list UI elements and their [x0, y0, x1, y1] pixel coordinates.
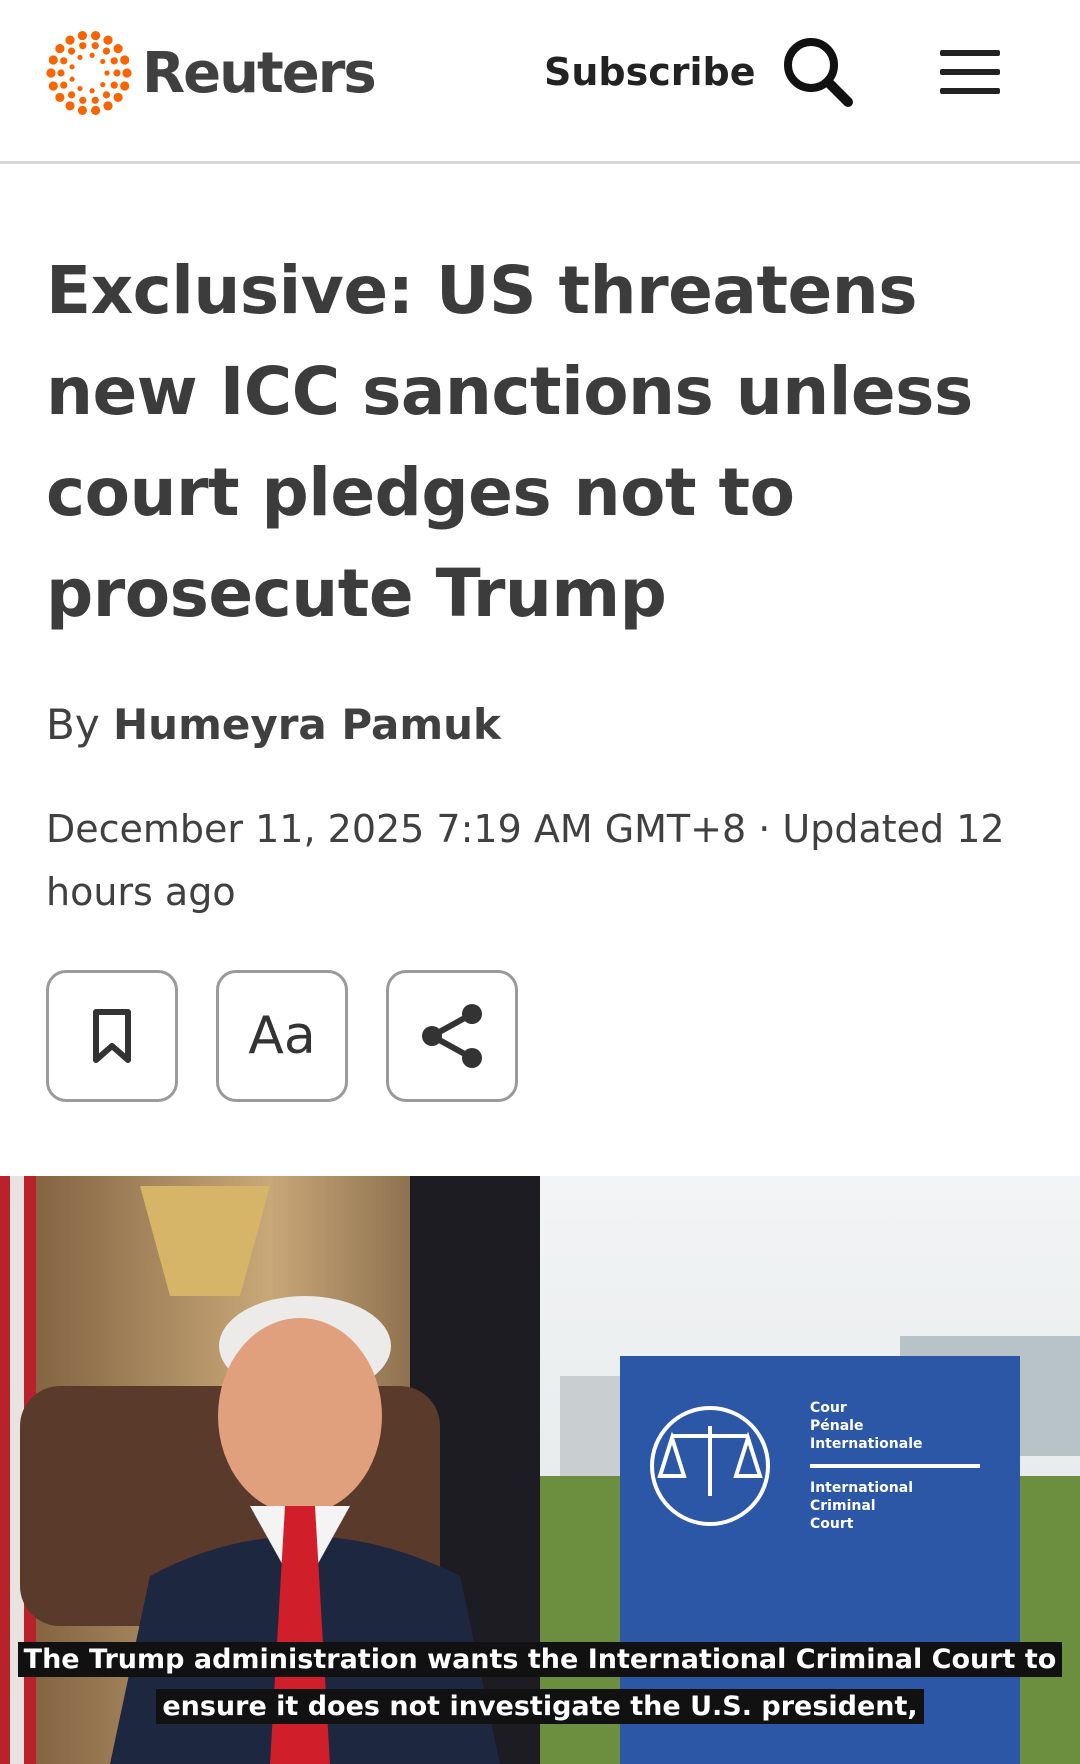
publish-dateline: December 11, 2025 7:19 AM GMT+8 · Update…	[46, 807, 1005, 914]
sign-line-2: Pénale	[810, 1418, 863, 1434]
top-navigation-bar: Reuters Subscribe	[0, 0, 1080, 164]
caption-line-2: ensure it does not investigate the U.S. …	[156, 1689, 924, 1724]
share-icon	[422, 1004, 482, 1068]
subscribe-button[interactable]: Subscribe	[544, 50, 756, 94]
sign-line-1: Cour	[810, 1400, 847, 1416]
article-tools: Aa	[46, 970, 518, 1102]
bookmark-icon	[93, 1009, 131, 1063]
text-size-label: Aa	[248, 1006, 316, 1066]
search-icon[interactable]	[782, 36, 854, 108]
hamburger-menu-icon[interactable]	[938, 46, 1002, 98]
brand-name: Reuters	[142, 40, 377, 106]
sign-line-6: Court	[810, 1516, 854, 1532]
video-caption: The Trump administration wants the Inter…	[0, 1636, 1080, 1730]
author-link[interactable]: Humeyra Pamuk	[113, 700, 501, 749]
reuters-logo[interactable]: Reuters	[44, 28, 377, 118]
byline: By Humeyra Pamuk	[46, 700, 501, 749]
text-size-button[interactable]: Aa	[216, 970, 348, 1102]
sign-line-5: Criminal	[810, 1498, 876, 1514]
share-button[interactable]	[386, 970, 518, 1102]
article-headline: Exclusive: US threatens new ICC sanction…	[46, 252, 973, 632]
sign-line-4: International	[810, 1480, 913, 1496]
byline-prefix: By	[46, 700, 100, 749]
sign-line-3: Internationale	[810, 1436, 923, 1452]
reuters-logo-icon	[46, 30, 132, 116]
caption-line-1: The Trump administration wants the Inter…	[17, 1642, 1063, 1677]
bookmark-button[interactable]	[46, 970, 178, 1102]
